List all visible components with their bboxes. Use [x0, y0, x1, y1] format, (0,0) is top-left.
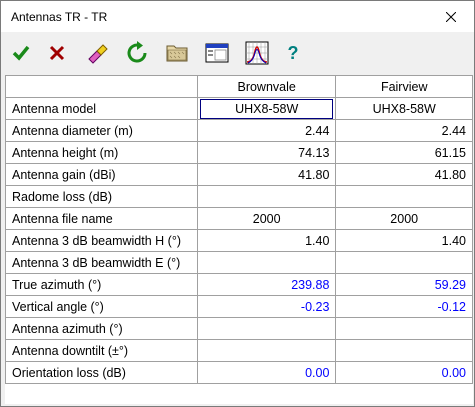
ok-check-icon: [12, 45, 30, 61]
table-row: Antenna height (m) 74.13 61.15: [5, 141, 473, 164]
help-icon: ?: [288, 43, 299, 63]
row-label: Antenna model: [5, 97, 198, 120]
row-label: Radome loss (dB): [5, 185, 198, 208]
cell-site-b[interactable]: [335, 317, 473, 340]
row-label: Antenna file name: [5, 207, 198, 230]
table-row: Antenna diameter (m) 2.44 2.44: [5, 119, 473, 142]
table-row: Antenna downtilt (±°): [5, 339, 473, 362]
table-row: Vertical angle (°) -0.23 -0.12: [5, 295, 473, 318]
ok-button[interactable]: [5, 37, 37, 69]
header-corner: [5, 75, 198, 98]
table-row: Orientation loss (dB) 0.00 0.00: [5, 361, 473, 384]
close-button[interactable]: [428, 1, 474, 32]
cell-site-a[interactable]: UHX8-58W: [196, 97, 337, 120]
table-row: Antenna 3 dB beamwidth E (°): [5, 251, 473, 274]
cell-site-b[interactable]: UHX8-58W: [335, 97, 473, 120]
cell-site-a[interactable]: 2.44: [196, 119, 337, 142]
row-label: Antenna height (m): [5, 141, 198, 164]
cell-site-a[interactable]: 2000: [196, 207, 337, 230]
row-label: True azimuth (°): [5, 273, 198, 296]
table-row: Antenna gain (dBi) 41.80 41.80: [5, 163, 473, 186]
cell-site-a[interactable]: [196, 185, 337, 208]
refresh-icon: [127, 41, 147, 63]
dialog-window: Antennas TR - TR ? Brownvale Fairview An…: [0, 0, 475, 407]
row-label: Vertical angle (°): [5, 295, 198, 318]
row-label: Antenna azimuth (°): [5, 317, 198, 340]
table-row: Antenna model UHX8-58W UHX8-58W: [5, 97, 473, 120]
antenna-pattern-icon: [245, 41, 269, 65]
header-row: Brownvale Fairview: [5, 75, 473, 98]
cell-site-b[interactable]: 61.15: [335, 141, 473, 164]
cell-site-b[interactable]: [335, 251, 473, 274]
clear-button[interactable]: [81, 37, 113, 69]
cell-site-b[interactable]: 41.80: [335, 163, 473, 186]
cell-site-b[interactable]: 2.44: [335, 119, 473, 142]
window-icon: [205, 43, 229, 63]
cell-site-b[interactable]: 59.29: [335, 273, 473, 296]
cell-site-a[interactable]: 239.88: [196, 273, 337, 296]
cell-site-b[interactable]: [335, 339, 473, 362]
window-title: Antennas TR - TR: [11, 10, 108, 24]
selected-cell[interactable]: UHX8-58W: [199, 98, 334, 119]
row-label: Antenna 3 dB beamwidth E (°): [5, 251, 198, 274]
cancel-button[interactable]: [41, 37, 73, 69]
close-icon: [446, 11, 456, 22]
cell-site-a[interactable]: 0.00: [196, 361, 337, 384]
cell-site-b[interactable]: [335, 185, 473, 208]
open-folder-button[interactable]: [161, 37, 193, 69]
cell-site-a[interactable]: 74.13: [196, 141, 337, 164]
row-label: Orientation loss (dB): [5, 361, 198, 384]
cell-site-b[interactable]: 2000: [335, 207, 473, 230]
cell-site-a[interactable]: 41.80: [196, 163, 337, 186]
help-button[interactable]: ?: [277, 37, 309, 69]
eraser-icon: [88, 44, 108, 64]
table-row: Radome loss (dB): [5, 185, 473, 208]
title-bar: Antennas TR - TR: [1, 1, 474, 33]
row-label: Antenna diameter (m): [5, 119, 198, 142]
antenna-grid: Brownvale Fairview Antenna model UHX8-58W…: [5, 75, 473, 404]
header-site-a: Brownvale: [196, 75, 337, 98]
table-row: Antenna 3 dB beamwidth H (°) 1.40 1.40: [5, 229, 473, 252]
row-label: Antenna gain (dBi): [5, 163, 198, 186]
toolbar: ?: [1, 33, 474, 73]
cell-site-b[interactable]: 0.00: [335, 361, 473, 384]
cell-site-a[interactable]: [196, 317, 337, 340]
table-row: Antenna file name 2000 2000: [5, 207, 473, 230]
svg-text:?: ?: [288, 43, 299, 63]
cell-site-a[interactable]: [196, 251, 337, 274]
cell-site-b[interactable]: 1.40: [335, 229, 473, 252]
header-site-b: Fairview: [335, 75, 473, 98]
cancel-x-icon: [49, 45, 65, 61]
window-button[interactable]: [201, 37, 233, 69]
cell-site-a[interactable]: [196, 339, 337, 362]
cell-site-b[interactable]: -0.12: [335, 295, 473, 318]
table-row: True azimuth (°) 239.88 59.29: [5, 273, 473, 296]
refresh-button[interactable]: [121, 37, 153, 69]
row-label: Antenna 3 dB beamwidth H (°): [5, 229, 198, 252]
cell-site-a[interactable]: 1.40: [196, 229, 337, 252]
folder-icon: [166, 45, 188, 62]
antenna-pattern-button[interactable]: [241, 37, 273, 69]
table-row: Antenna azimuth (°): [5, 317, 473, 340]
cell-site-a[interactable]: -0.23: [196, 295, 337, 318]
row-label: Antenna downtilt (±°): [5, 339, 198, 362]
